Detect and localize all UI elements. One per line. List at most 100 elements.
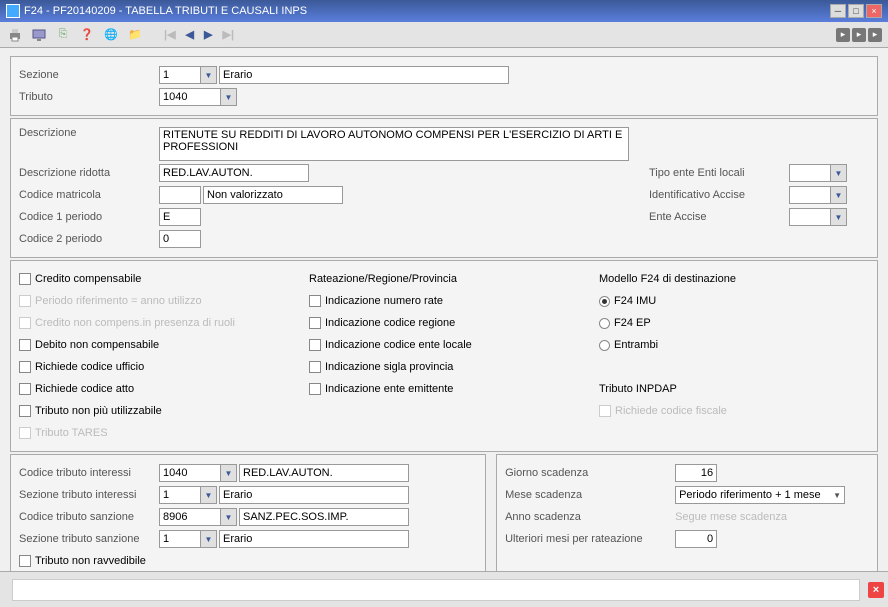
codtrib-int-drop-icon[interactable]: ▼ xyxy=(221,464,237,482)
main-content: Sezione ▼ Tributo ▼ Descrizione RITENUTE… xyxy=(0,48,888,571)
toolbar: ⎘ ❓ 🌐 📁 |◀ ◀ ▶ ▶| ▸ ▸ ▸ xyxy=(0,22,888,48)
panel-descr: Descrizione RITENUTE SU REDDITI DI LAVOR… xyxy=(10,118,878,258)
window-titlebar: F24 - PF20140209 - TABELLA TRIBUTI E CAU… xyxy=(0,0,888,22)
txt-tributo-nonravv: Tributo non ravvedibile xyxy=(35,555,146,567)
cb-ind-codice-reg[interactable] xyxy=(309,317,321,329)
label-tributo-inpdap: Tributo INPDAP xyxy=(599,383,677,395)
maximize-button[interactable]: □ xyxy=(848,4,864,18)
descr-input[interactable]: RITENUTE SU REDDITI DI LAVORO AUTONOMO C… xyxy=(159,127,629,161)
chevron-down-icon: ▼ xyxy=(833,491,841,500)
folder-icon[interactable]: 📁 xyxy=(126,26,144,44)
label-rateazione: Rateazione/Regione/Provincia xyxy=(309,273,457,285)
codtrib-sanz-drop-icon[interactable]: ▼ xyxy=(221,508,237,526)
label-modello-dest: Modello F24 di destinazione xyxy=(599,273,736,285)
sezione-input[interactable] xyxy=(159,66,201,84)
codtrib-sanz-input[interactable] xyxy=(159,508,221,526)
cb-ind-ente-emit[interactable] xyxy=(309,383,321,395)
nav-first-icon[interactable]: |◀ xyxy=(164,28,176,41)
ente-accise-drop-icon[interactable]: ▼ xyxy=(831,208,847,226)
chev-3-icon[interactable]: ▸ xyxy=(868,28,882,42)
seztrib-int-input[interactable] xyxy=(159,486,201,504)
txt-f24-imu: F24 IMU xyxy=(614,295,656,307)
tipo-ente-input[interactable] xyxy=(789,164,831,182)
sezione-text xyxy=(219,66,509,84)
status-field xyxy=(12,579,860,601)
ente-accise-input[interactable] xyxy=(789,208,831,226)
radio-entrambi[interactable] xyxy=(599,340,610,351)
print-icon[interactable] xyxy=(6,26,24,44)
help-icon[interactable]: ❓ xyxy=(78,26,96,44)
codtrib-sanz-text xyxy=(239,508,409,526)
chev-1-icon[interactable]: ▸ xyxy=(836,28,850,42)
seztrib-sanz-text xyxy=(219,530,409,548)
label-tributo: Tributo xyxy=(19,91,159,103)
cb-ind-codice-ente[interactable] xyxy=(309,339,321,351)
seztrib-int-text xyxy=(219,486,409,504)
id-accise-drop-icon[interactable]: ▼ xyxy=(831,186,847,204)
txt-ind-sigla-prov: Indicazione sigla provincia xyxy=(325,361,453,373)
label-cod1: Codice 1 periodo xyxy=(19,211,159,223)
cb-rich-codice-atto[interactable] xyxy=(19,383,31,395)
status-close-icon[interactable]: × xyxy=(868,582,884,598)
chev-2-icon[interactable]: ▸ xyxy=(852,28,866,42)
descr-ridotta-input[interactable] xyxy=(159,164,309,182)
cb-credito-comp[interactable] xyxy=(19,273,31,285)
txt-ind-codice-ente: Indicazione codice ente locale xyxy=(325,339,472,351)
ult-mesi-input[interactable] xyxy=(675,530,717,548)
close-button[interactable]: × xyxy=(866,4,882,18)
anno-scad-text: Segue mese scadenza xyxy=(675,511,787,523)
radio-f24-imu[interactable] xyxy=(599,296,610,307)
nav-last-icon[interactable]: ▶| xyxy=(222,28,234,41)
cb-ind-sigla-prov[interactable] xyxy=(309,361,321,373)
tipo-ente-drop-icon[interactable]: ▼ xyxy=(831,164,847,182)
cod2-input[interactable] xyxy=(159,230,201,248)
minimize-button[interactable]: ─ xyxy=(830,4,846,18)
sezione-drop-icon[interactable]: ▼ xyxy=(201,66,217,84)
id-accise-input[interactable] xyxy=(789,186,831,204)
cb-ind-num-rate[interactable] xyxy=(309,295,321,307)
txt-entrambi: Entrambi xyxy=(614,339,658,351)
txt-rich-codice-uff: Richiede codice ufficio xyxy=(35,361,144,373)
tributo-input[interactable] xyxy=(159,88,221,106)
codtrib-int-input[interactable] xyxy=(159,464,221,482)
copy-icon[interactable]: ⎘ xyxy=(54,26,72,44)
cb-debito-noncomp[interactable] xyxy=(19,339,31,351)
giorno-scad-input[interactable] xyxy=(675,464,717,482)
mese-scad-select[interactable]: Periodo riferimento + 1 mese▼ xyxy=(675,486,845,504)
txt-credito-noncomp: Credito non compens.in presenza di ruoli xyxy=(35,317,235,329)
panel-checks: Credito compensabile Periodo riferimento… xyxy=(10,260,878,452)
panel-header: Sezione ▼ Tributo ▼ xyxy=(10,56,878,116)
tributo-drop-icon[interactable]: ▼ xyxy=(221,88,237,106)
globe-icon[interactable]: 🌐 xyxy=(102,26,120,44)
cb-rich-codice-uff[interactable] xyxy=(19,361,31,373)
seztrib-int-drop-icon[interactable]: ▼ xyxy=(201,486,217,504)
cod1-input[interactable] xyxy=(159,208,201,226)
label-tipo-ente: Tipo ente Enti locali xyxy=(649,167,789,179)
label-matricola: Codice matricola xyxy=(19,189,159,201)
txt-ind-codice-reg: Indicazione codice regione xyxy=(325,317,455,329)
matricola-text xyxy=(203,186,343,204)
label-codtrib-int: Codice tributo interessi xyxy=(19,467,159,479)
record-nav: |◀ ◀ ▶ ▶| xyxy=(164,28,234,41)
cb-tributo-nonutil[interactable] xyxy=(19,405,31,417)
app-icon xyxy=(6,4,20,18)
panel-ravved: Codice tributo interessi ▼ Sezione tribu… xyxy=(10,454,486,571)
panel-scadenza: Giorno scadenza Mese scadenza Periodo ri… xyxy=(496,454,878,571)
statusbar: × xyxy=(0,571,888,607)
screen-icon[interactable] xyxy=(30,26,48,44)
matricola-input[interactable] xyxy=(159,186,201,204)
label-cod2: Codice 2 periodo xyxy=(19,233,159,245)
cb-rich-codice-fisc xyxy=(599,405,611,417)
txt-debito-noncomp: Debito non compensabile xyxy=(35,339,159,351)
radio-f24-ep[interactable] xyxy=(599,318,610,329)
label-ult-mesi: Ulteriori mesi per rateazione xyxy=(505,533,675,545)
nav-next-icon[interactable]: ▶ xyxy=(204,28,212,41)
nav-prev-icon[interactable]: ◀ xyxy=(186,28,194,41)
cb-credito-noncomp xyxy=(19,317,31,329)
window-title: F24 - PF20140209 - TABELLA TRIBUTI E CAU… xyxy=(24,5,307,17)
cb-tributo-nonravv[interactable] xyxy=(19,555,31,567)
seztrib-sanz-drop-icon[interactable]: ▼ xyxy=(201,530,217,548)
label-seztrib-int: Sezione tributo interessi xyxy=(19,489,159,501)
label-mese-scad: Mese scadenza xyxy=(505,489,675,501)
seztrib-sanz-input[interactable] xyxy=(159,530,201,548)
